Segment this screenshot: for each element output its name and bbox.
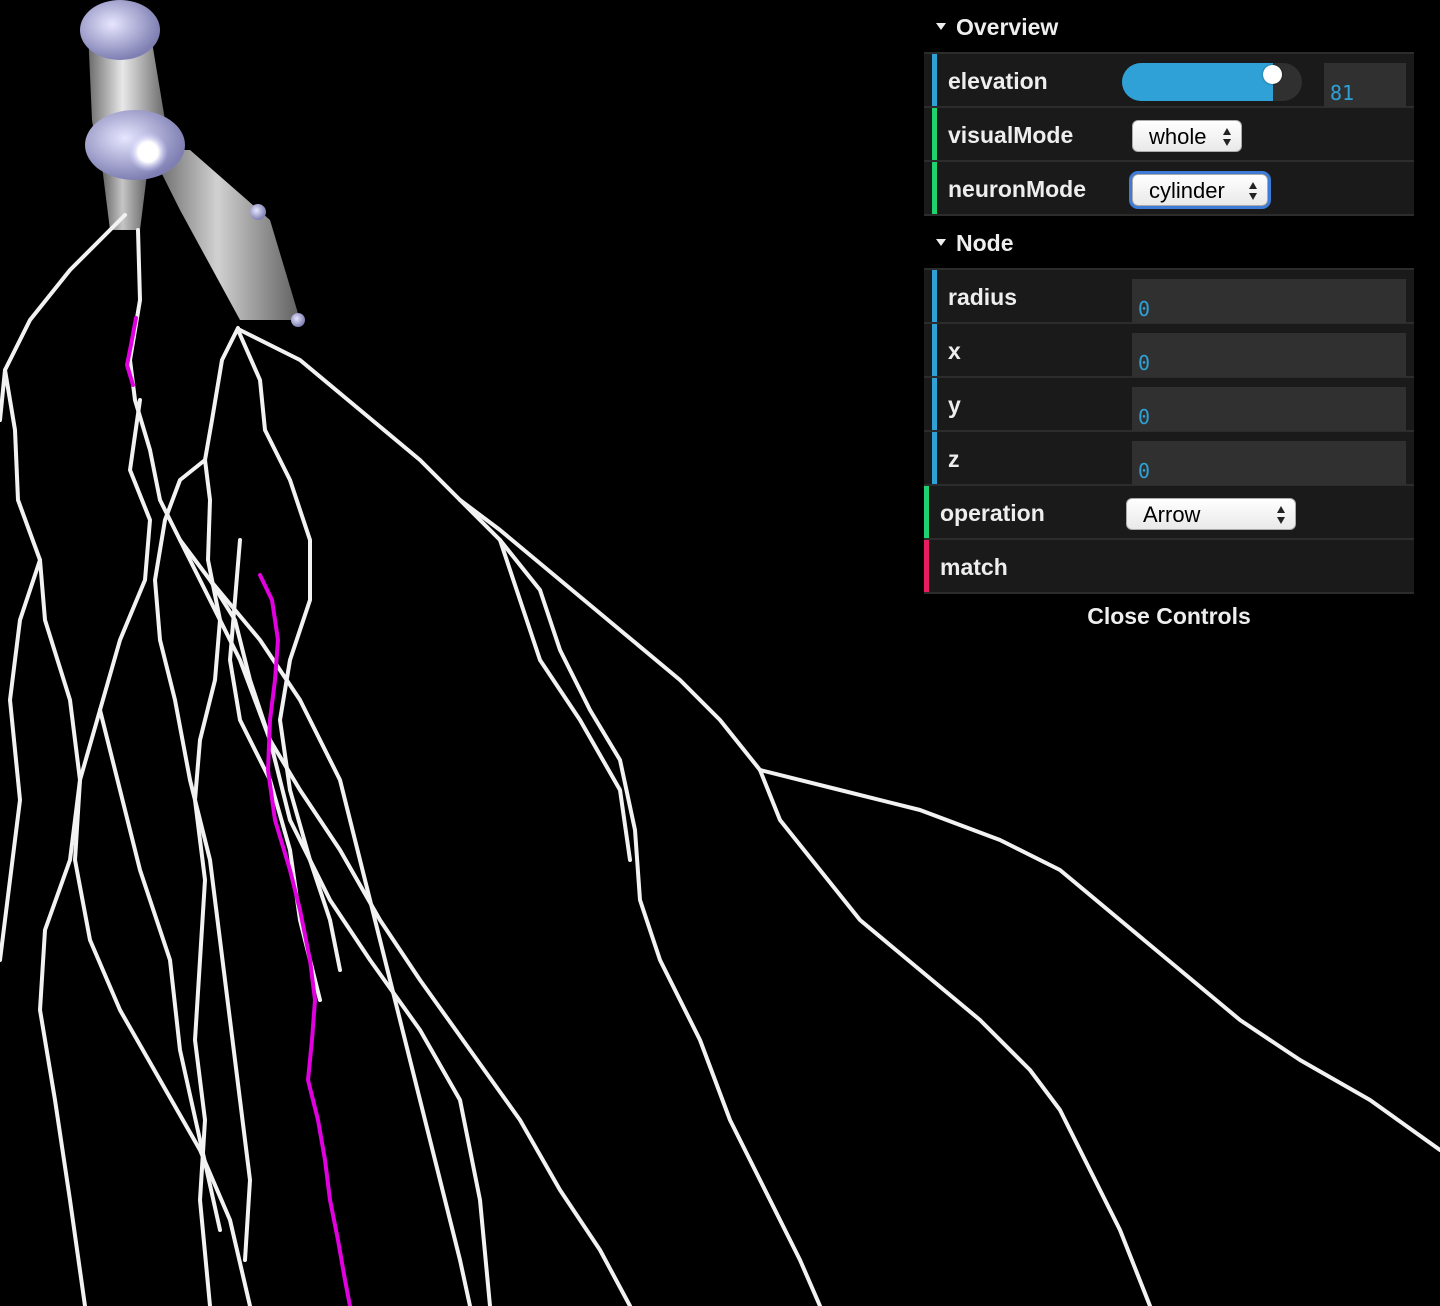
visualmode-label: visualMode [948, 122, 1074, 148]
y-label: y [948, 392, 961, 418]
y-input[interactable]: 0 [1132, 387, 1406, 431]
operation-control: operation Arrow [924, 486, 1414, 540]
operation-select[interactable]: Arrow [1126, 498, 1296, 530]
operation-label: operation [940, 500, 1045, 526]
soma[interactable] [80, 0, 305, 327]
visualmode-control: visualMode whole [924, 108, 1414, 162]
number-indicator [932, 54, 937, 106]
z-input[interactable]: 0 [1132, 441, 1406, 485]
neuronmode-select[interactable]: cylinder [1132, 174, 1268, 206]
match-label: match [940, 554, 1008, 580]
function-indicator [924, 540, 929, 592]
triangle-down-icon [936, 23, 946, 31]
node-folder-title[interactable]: Node [924, 216, 1414, 270]
radius-label: radius [948, 284, 1018, 310]
number-indicator [932, 378, 937, 430]
z-label: z [948, 446, 960, 472]
triangle-down-icon [936, 239, 946, 247]
neuronmode-control: neuronMode cylinder [924, 162, 1414, 216]
close-controls-button[interactable]: Close Controls [924, 594, 1414, 638]
y-control: y 0 [924, 378, 1414, 432]
select-indicator [932, 162, 937, 214]
z-control: z 0 [924, 432, 1414, 486]
select-indicator [924, 486, 929, 538]
elevation-slider-fill [1122, 63, 1274, 101]
elevation-slider-knob[interactable] [1263, 65, 1283, 84]
elevation-label: elevation [948, 68, 1048, 94]
overview-folder-title[interactable]: Overview [924, 0, 1414, 54]
neuronmode-label: neuronMode [948, 176, 1086, 202]
visualmode-select[interactable]: whole [1132, 120, 1242, 152]
select-arrows-icon [1223, 128, 1232, 146]
elevation-input[interactable]: 81 [1324, 63, 1406, 107]
x-control: x 0 [924, 324, 1414, 378]
controls-panel: Overview elevation 81 visualMode whole n… [924, 0, 1414, 638]
match-button[interactable]: match [924, 540, 1414, 594]
select-indicator [932, 108, 937, 160]
select-arrows-icon [1277, 506, 1286, 524]
radius-control: radius 0 [924, 270, 1414, 324]
number-indicator [932, 324, 937, 376]
number-indicator [932, 270, 937, 322]
x-input[interactable]: 0 [1132, 333, 1406, 377]
elevation-slider[interactable] [1122, 63, 1302, 101]
radius-input[interactable]: 0 [1132, 279, 1406, 323]
select-arrows-icon [1249, 182, 1258, 200]
number-indicator [932, 432, 937, 484]
x-label: x [948, 338, 961, 364]
elevation-control: elevation 81 [924, 54, 1414, 108]
